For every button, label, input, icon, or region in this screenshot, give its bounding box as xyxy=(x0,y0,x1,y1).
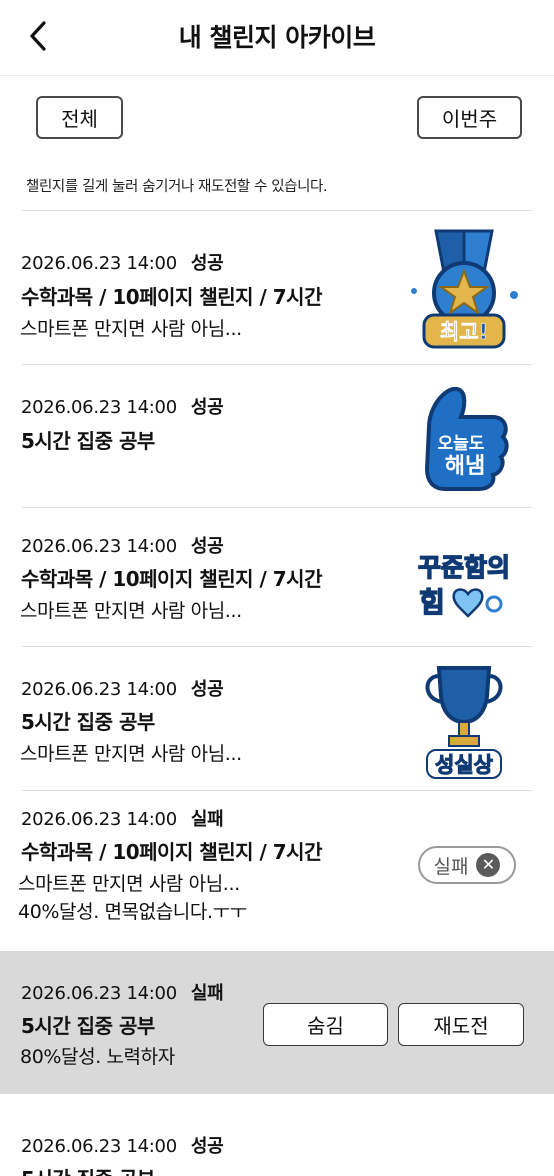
item-title: 5시간 집중 공부 xyxy=(21,1163,155,1176)
item-status: 성공 xyxy=(190,397,224,418)
item-description: 스마트폰 만지면 사람 아님... xyxy=(20,743,242,765)
item-description: 스마트폰 만지면 사람 아님... xyxy=(20,600,242,622)
challenge-item-selected[interactable]: 2026.06.23 14:00 실패 5시간 집중 공부 80%달성. 노력하자… xyxy=(0,951,554,1094)
item-meta: 2026.06.23 14:00 성공 xyxy=(21,393,224,419)
sticker-text: 꾸준함의 xyxy=(418,553,510,582)
item-status: 성공 xyxy=(190,1136,224,1157)
item-meta: 2026.06.23 14:00 성공 xyxy=(21,249,224,275)
challenge-item[interactable]: 2026.06.23 14:00 성공 5시간 집중 공부 오늘도 해냄 xyxy=(0,365,554,507)
item-meta: 2026.06.23 14:00 실패 xyxy=(21,805,224,831)
item-title: 수학과목 / 10페이지 챌린지 / 7시간 xyxy=(21,567,322,591)
item-datetime: 2026.06.23 14:00 xyxy=(21,253,177,274)
item-meta: 2026.06.23 14:00 실패 xyxy=(21,979,224,1005)
item-title: 5시간 집중 공부 xyxy=(21,1014,155,1038)
hint-text: 챌린지를 길게 눌러 숨기거나 재도전할 수 있습니다. xyxy=(26,179,328,195)
challenge-item[interactable]: 2026.06.23 14:00 성공 수학과목 / 10페이지 챌린지 / 7시… xyxy=(0,508,554,646)
sticker-text: 힘 xyxy=(419,586,445,619)
sticker-text: 최고! xyxy=(440,320,488,344)
item-meta: 2026.06.23 14:00 성공 xyxy=(21,675,224,701)
challenge-item[interactable]: 2026.06.23 14:00 성공 5시간 집중 공부 xyxy=(0,1095,554,1176)
item-datetime: 2026.06.23 14:00 xyxy=(21,1136,177,1157)
filter-this-week-button[interactable]: 이번주 xyxy=(417,96,522,139)
page-title: 내 챌린지 아카이브 xyxy=(178,23,376,52)
item-meta: 2026.06.23 14:00 성공 xyxy=(21,1132,224,1158)
item-status: 성공 xyxy=(190,536,224,557)
item-description: 80%달성. 노력하자 xyxy=(20,1046,175,1068)
item-status: 실패 xyxy=(190,983,224,1004)
item-title: 수학과목 / 10페이지 챌린지 / 7시간 xyxy=(21,285,322,309)
item-title: 수학과목 / 10페이지 챌린지 / 7시간 xyxy=(21,840,322,864)
item-description: 스마트폰 만지면 사람 아님... xyxy=(18,873,240,895)
challenge-item[interactable]: 2026.06.23 14:00 실패 수학과목 / 10페이지 챌린지 / 7시… xyxy=(0,791,554,950)
challenge-item[interactable]: 2026.06.23 14:00 성공 5시간 집중 공부 스마트폰 만지면 사람… xyxy=(0,647,554,790)
medal-sticker: 최고! xyxy=(400,225,528,353)
trophy-sticker: 성실상 xyxy=(400,655,528,783)
fail-badge-label: 실패 xyxy=(433,855,469,878)
sticker-text: 성실상 xyxy=(435,753,493,777)
item-meta: 2026.06.23 14:00 성공 xyxy=(21,532,224,558)
sticker-text: 오늘도 xyxy=(438,434,485,454)
item-title: 5시간 집중 공부 xyxy=(21,710,155,734)
thumbs-up-sticker: 오늘도 해냄 xyxy=(400,373,528,501)
item-status: 성공 xyxy=(190,253,224,274)
item-result-note: 40%달성. 면목없습니다.ㅜㅜ xyxy=(18,901,247,923)
item-datetime: 2026.06.23 14:00 xyxy=(21,397,177,418)
heart-sticker: 꾸준함의 힘 xyxy=(400,514,528,642)
challenge-item[interactable]: 2026.06.23 14:00 성공 수학과목 / 10페이지 챌린지 / 7시… xyxy=(0,211,554,364)
item-title: 5시간 집중 공부 xyxy=(21,429,155,453)
item-datetime: 2026.06.23 14:00 xyxy=(21,983,177,1004)
top-app-bar: 내 챌린지 아카이브 xyxy=(0,0,554,76)
fail-badge: 실패 ✕ xyxy=(418,846,516,884)
item-datetime: 2026.06.23 14:00 xyxy=(21,679,177,700)
retry-button[interactable]: 재도전 xyxy=(398,1003,524,1046)
filter-all-button[interactable]: 전체 xyxy=(36,96,123,139)
item-datetime: 2026.06.23 14:00 xyxy=(21,809,177,830)
hide-button[interactable]: 숨김 xyxy=(263,1003,388,1046)
close-icon: ✕ xyxy=(476,853,501,877)
item-datetime: 2026.06.23 14:00 xyxy=(21,536,177,557)
item-status: 실패 xyxy=(190,809,224,830)
item-description: 스마트폰 만지면 사람 아님... xyxy=(20,318,242,340)
item-status: 성공 xyxy=(190,679,224,700)
sticker-text: 해냄 xyxy=(445,454,485,479)
